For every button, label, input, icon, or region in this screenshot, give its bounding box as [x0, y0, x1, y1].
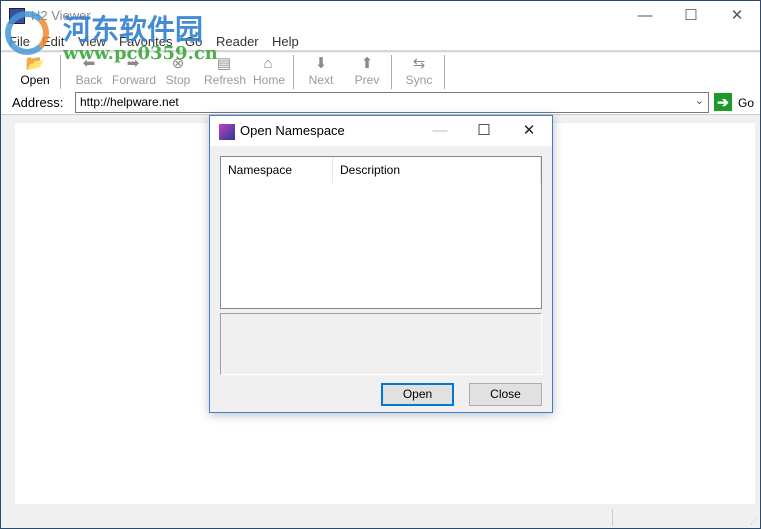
next-button[interactable]: ⬇ Next [306, 55, 336, 89]
app-icon [9, 8, 25, 24]
forward-arrow-icon: ➡ [126, 55, 140, 72]
prev-button[interactable]: ⬆ Prev [352, 55, 382, 89]
maximize-button[interactable]: ☐ [668, 1, 714, 31]
menu-favorites[interactable]: Favorites [119, 34, 172, 49]
up-arrow-icon: ⬆ [360, 55, 374, 72]
refresh-icon: ▤ [216, 55, 232, 72]
title-bar: H2 Viewer — ☐ ✕ [1, 1, 760, 31]
home-button[interactable]: ⌂ Home [253, 55, 286, 89]
stop-label: Stop [165, 73, 191, 87]
home-label: Home [253, 73, 286, 87]
open-button[interactable]: Open [381, 383, 454, 406]
namespace-list[interactable]: Namespace Description [220, 156, 542, 309]
stop-button[interactable]: ⊗ Stop [163, 55, 193, 89]
column-header-namespace[interactable]: Namespace [221, 157, 333, 183]
back-label: Back [75, 73, 103, 87]
go-arrow-icon[interactable]: ➔ [714, 93, 732, 111]
description-panel [220, 313, 542, 375]
menu-file[interactable]: File [9, 34, 30, 49]
back-arrow-icon: ⬅ [82, 55, 96, 72]
menu-help[interactable]: Help [272, 34, 299, 49]
status-bar: ⋰ [1, 506, 760, 528]
sync-label: Sync [405, 73, 433, 87]
forward-label: Forward [112, 73, 157, 87]
window-title: H2 Viewer [31, 8, 91, 23]
menu-bar: File Edit View Favorites Go Reader Help [1, 31, 760, 52]
address-value: http://helpware.net [80, 95, 179, 109]
toolbar-separator [293, 55, 294, 89]
forward-button[interactable]: ➡ Forward [112, 55, 157, 89]
status-separator [612, 509, 613, 526]
toolbar-separator [444, 55, 445, 89]
menu-reader[interactable]: Reader [216, 34, 259, 49]
open-button[interactable]: 📂 Open [19, 55, 51, 89]
address-input[interactable]: http://helpware.net ⌄ [75, 92, 709, 113]
menu-view[interactable]: View [78, 34, 106, 49]
address-bar: Address: http://helpware.net ⌄ ➔ Go [1, 91, 760, 115]
refresh-button[interactable]: ▤ Refresh [204, 55, 247, 89]
down-arrow-icon: ⬇ [314, 55, 328, 72]
sync-button[interactable]: ⇆ Sync [404, 55, 434, 89]
open-label: Open [20, 73, 50, 87]
next-label: Next [308, 73, 334, 87]
toolbar: 📂 Open ⬅ Back ➡ Forward ⊗ Stop ▤ Refresh ⌂ Hom… [1, 53, 760, 91]
toolbar-separator [391, 55, 392, 89]
chevron-down-icon[interactable]: ⌄ [695, 94, 704, 107]
refresh-label: Refresh [204, 73, 247, 87]
toolbar-separator [60, 55, 61, 89]
menu-edit[interactable]: Edit [42, 34, 64, 49]
menu-go[interactable]: Go [185, 34, 202, 49]
minimize-button[interactable]: — [622, 1, 668, 31]
sync-icon: ⇆ [412, 55, 426, 72]
back-button[interactable]: ⬅ Back [73, 55, 105, 89]
resize-grip-icon[interactable]: ⋰ [750, 517, 758, 526]
close-button[interactable]: ✕ [714, 1, 760, 31]
home-icon: ⌂ [263, 55, 273, 72]
go-button[interactable]: Go [738, 96, 754, 110]
dialog-title-bar: Open Namespace — ☐ ✕ [210, 116, 552, 146]
stop-icon: ⊗ [171, 55, 185, 72]
close-button[interactable]: Close [469, 383, 542, 406]
prev-label: Prev [354, 73, 380, 87]
open-namespace-dialog: Open Namespace — ☐ ✕ Namespace Descripti… [209, 115, 553, 413]
column-header-description[interactable]: Description [333, 157, 541, 183]
open-icon: 📂 [25, 55, 45, 72]
dialog-close-button[interactable]: ✕ [507, 116, 551, 146]
dialog-minimize-button: — [432, 122, 448, 139]
dialog-maximize-button[interactable]: ☐ [462, 116, 506, 146]
address-label: Address: [12, 95, 64, 110]
dialog-title: Open Namespace [240, 123, 345, 138]
dialog-app-icon [219, 124, 235, 140]
